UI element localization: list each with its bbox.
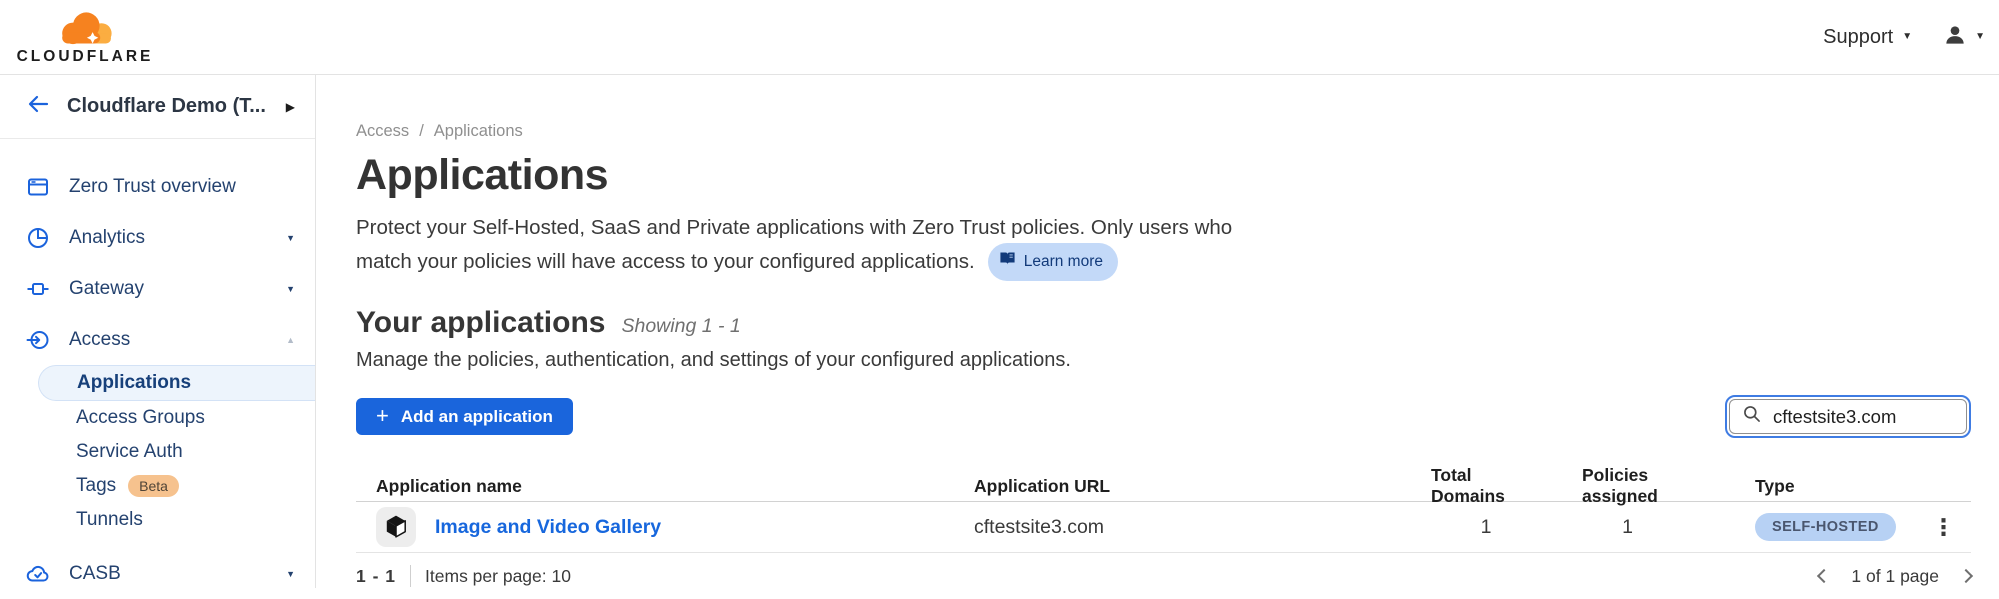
sidebar-item-label: Service Auth	[76, 441, 183, 463]
cloudflare-logo-text: CLOUDFLARE	[17, 48, 154, 66]
sidebar-item-access-groups[interactable]: Access Groups	[0, 401, 315, 435]
sidebar-item-label: Access Groups	[76, 407, 205, 429]
add-application-button[interactable]: + Add an application	[356, 398, 573, 435]
main-content: Access / Applications Applications Prote…	[316, 75, 1999, 588]
topbar-right: Support ▼ ▼	[1823, 22, 1985, 53]
breadcrumb-separator: /	[419, 122, 424, 141]
description-line-1: Protect your Self-Hosted, SaaS and Priva…	[356, 213, 1971, 243]
sidebar-item-label: Tunnels	[76, 509, 143, 531]
user-icon	[1942, 22, 1968, 53]
table-controls: + Add an application	[356, 395, 1971, 438]
column-header-policies-assigned: Policies assigned	[1541, 465, 1714, 507]
description-line-2: match your policies will have access to …	[356, 243, 1971, 281]
search-icon	[1742, 404, 1762, 429]
page-title: Applications	[356, 151, 1971, 200]
support-menu[interactable]: Support ▼	[1823, 26, 1912, 49]
application-url-cell: cftestsite3.com	[974, 516, 1431, 539]
sidebar-item-label: Applications	[77, 372, 191, 394]
sidebar-item-label: Zero Trust overview	[69, 176, 295, 198]
items-per-page[interactable]: Items per page: 10	[425, 566, 571, 587]
cloudflare-cloud-icon	[54, 8, 116, 51]
applications-table: Application name Application URL Total D…	[356, 465, 1971, 553]
search-input[interactable]	[1771, 405, 1954, 429]
pagination: 1 - 1 Items per page: 10 1 of 1 page	[356, 565, 1971, 587]
sidebar-item-gateway[interactable]: Gateway ▼	[0, 263, 315, 314]
user-menu[interactable]: ▼	[1942, 22, 1985, 53]
divider	[410, 565, 411, 587]
sidebar-item-applications[interactable]: Applications	[38, 365, 315, 401]
pie-chart-icon	[26, 226, 50, 250]
application-link[interactable]: Image and Video Gallery	[435, 516, 661, 539]
application-name-cell: Image and Video Gallery	[356, 507, 974, 547]
access-subnav: Applications Access Groups Service Auth …	[0, 365, 315, 537]
sidebar-item-zero-trust-overview[interactable]: Zero Trust overview	[0, 161, 315, 212]
column-header-total-domains: Total Domains	[1431, 465, 1541, 507]
section-title: Your applications	[356, 306, 605, 340]
search-focus-ring	[1725, 395, 1971, 438]
caret-down-icon: ▼	[286, 284, 295, 294]
sidebar-item-service-auth[interactable]: Service Auth	[0, 435, 315, 469]
section-subheading: Manage the policies, authentication, and…	[356, 349, 1971, 372]
sidebar-item-label: CASB	[69, 563, 267, 585]
breadcrumb: Access / Applications	[356, 122, 1971, 141]
row-actions-kebab-icon[interactable]: ⋮	[1932, 514, 1971, 541]
chevron-left-icon[interactable]	[1817, 569, 1831, 583]
add-application-label: Add an application	[401, 407, 553, 427]
access-login-icon	[26, 328, 50, 352]
table-header-row: Application name Application URL Total D…	[356, 465, 1971, 502]
caret-right-icon[interactable]: ▶	[286, 100, 295, 114]
showing-count: Showing 1 - 1	[621, 315, 740, 338]
top-header: CLOUDFLARE Support ▼ ▼	[0, 0, 1999, 75]
sidebar: Cloudflare Demo (T... ▶ Zero Trust overv…	[0, 75, 316, 588]
column-header-application-url: Application URL	[974, 476, 1431, 497]
breadcrumb-access[interactable]: Access	[356, 122, 409, 141]
column-header-type: Type	[1714, 476, 1914, 497]
breadcrumb-current: Applications	[434, 122, 523, 141]
account-switcher[interactable]: Cloudflare Demo (T... ▶	[0, 75, 315, 139]
sidebar-item-label: Tags	[76, 475, 116, 497]
pagination-range: 1 - 1	[356, 566, 396, 587]
book-icon	[999, 247, 1016, 277]
sidebar-item-label: Access	[69, 329, 267, 351]
cloudflare-logo[interactable]: CLOUDFLARE	[18, 8, 152, 66]
account-name: Cloudflare Demo (T...	[67, 95, 269, 118]
caret-down-icon: ▼	[286, 569, 295, 579]
sidebar-item-label: Gateway	[69, 278, 267, 300]
back-arrow-icon[interactable]	[26, 92, 50, 121]
sidebar-item-access[interactable]: Access ▲	[0, 314, 315, 365]
window-icon	[26, 175, 50, 199]
section-header: Your applications Showing 1 - 1	[356, 306, 1971, 340]
sidebar-item-tunnels[interactable]: Tunnels	[0, 503, 315, 537]
search-box	[1729, 399, 1967, 434]
plus-icon: +	[376, 405, 389, 427]
chevron-right-icon[interactable]	[1959, 569, 1973, 583]
pagination-left: 1 - 1 Items per page: 10	[356, 565, 571, 587]
caret-up-icon: ▲	[286, 335, 295, 345]
cloud-check-icon	[26, 562, 50, 586]
type-badge: SELF-HOSTED	[1755, 513, 1896, 541]
total-domains-cell: 1	[1431, 516, 1541, 539]
support-label: Support	[1823, 26, 1893, 49]
gateway-icon	[26, 277, 50, 301]
application-cube-icon	[376, 507, 416, 547]
pagination-right: 1 of 1 page	[1819, 566, 1971, 587]
learn-more-button[interactable]: Learn more	[988, 243, 1118, 281]
page-indicator: 1 of 1 page	[1851, 566, 1939, 587]
page-description: Protect your Self-Hosted, SaaS and Priva…	[356, 213, 1971, 281]
beta-badge: Beta	[128, 475, 179, 497]
caret-down-icon: ▼	[286, 233, 295, 243]
sidebar-item-casb[interactable]: CASB ▼	[0, 548, 315, 599]
sidebar-item-analytics[interactable]: Analytics ▼	[0, 212, 315, 263]
learn-more-label: Learn more	[1024, 247, 1103, 277]
column-header-application-name: Application name	[356, 476, 974, 497]
policies-assigned-cell: 1	[1541, 516, 1714, 539]
caret-down-icon: ▼	[1975, 32, 1985, 42]
sidebar-item-tags[interactable]: Tags Beta	[0, 469, 315, 503]
sidebar-nav: Zero Trust overview Analytics ▼	[0, 139, 315, 599]
sidebar-item-label: Analytics	[69, 227, 267, 249]
type-cell: SELF-HOSTED	[1714, 513, 1914, 541]
table-row: Image and Video Gallery cftestsite3.com …	[356, 502, 1971, 553]
caret-down-icon: ▼	[1902, 32, 1912, 42]
